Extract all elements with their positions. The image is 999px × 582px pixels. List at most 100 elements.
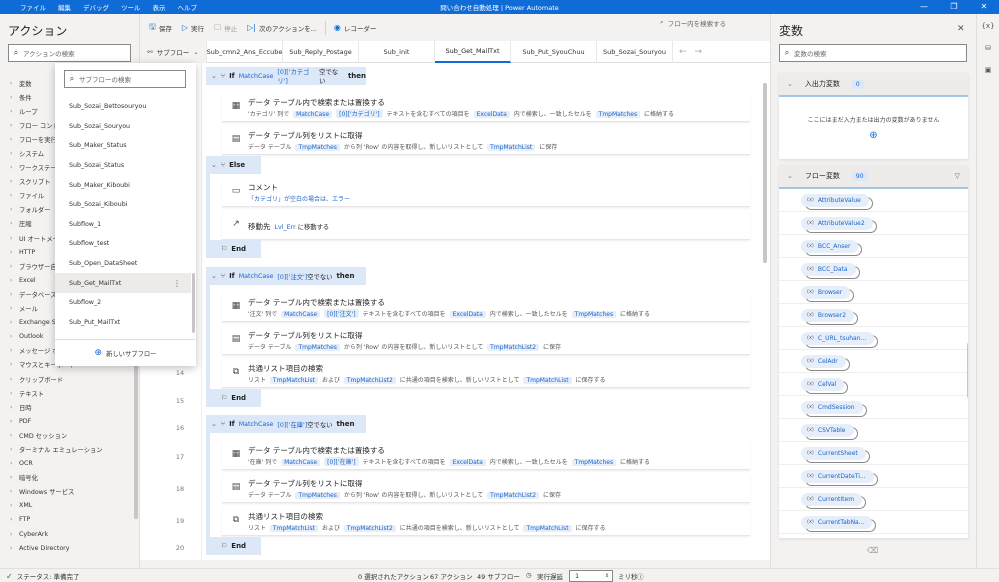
variable-row[interactable]: (x) AttributeValue2 [779, 212, 968, 235]
action-item[interactable]: ↗ 移動先 Lvl_Err に移動する [222, 211, 750, 240]
more-options-icon[interactable]: ⋮ [173, 279, 181, 288]
action-category[interactable]: › 暗号化 [0, 471, 138, 485]
subflow-list-item[interactable]: Sub_Put_MailTxt [55, 313, 191, 333]
action-category[interactable]: › Windows サービス [0, 485, 138, 499]
action-category[interactable]: › XML [0, 499, 138, 513]
close-icon[interactable]: ✕ [957, 24, 965, 34]
subflow-list-item[interactable]: Sub_Get_MailTxt ⋮ [55, 273, 191, 293]
subflow-list-item[interactable]: Sub_Maker_Kiboubi [55, 175, 191, 195]
action-item[interactable]: ⧉ 共通リスト項目の検索 リスト TmpMatchList および TmpMatch… [222, 507, 750, 536]
menu-item[interactable]: ファイル [14, 2, 52, 12]
action-category[interactable]: › CMD セッション [0, 428, 138, 442]
variable-row[interactable]: (x) C_URL_tsuhan... [779, 327, 968, 350]
eraser-icon[interactable]: ⌫ [867, 546, 878, 555]
subflow-list-item[interactable]: Sub_Sozai_Bettosouryou [55, 97, 191, 117]
subflow-tab[interactable]: Sub_cmn2_Ans_Eccube [207, 41, 283, 63]
variable-chip[interactable]: (x) CelAdr [801, 354, 846, 368]
info-icon[interactable]: ⓘ [637, 571, 644, 581]
variable-row[interactable]: (x) CmdSession [779, 396, 968, 419]
editor-scrollbar[interactable] [763, 83, 767, 263]
subflow-tab[interactable]: Sub_Sozai_Souryou [597, 41, 673, 63]
chevron-down-icon[interactable]: ⌄ [211, 272, 217, 280]
action-category[interactable]: › FTP [0, 513, 138, 527]
io-variables-header[interactable]: ⌄ 入出力変数 0 [779, 73, 968, 97]
variable-row[interactable]: (x) CurrentItem [779, 488, 968, 511]
subflow-search-input[interactable]: ⌕ サブフローの検索 [64, 70, 186, 88]
recorder-button[interactable]: ◉ レコーダー [329, 23, 381, 33]
variable-chip[interactable]: (x) CurrentSheet [801, 446, 866, 460]
add-variable-icon[interactable]: ⊕ [779, 130, 968, 141]
variable-chip[interactable]: (x) AttributeValue [801, 193, 869, 207]
menu-item[interactable]: 編集 [52, 2, 77, 12]
variable-row[interactable]: (x) CurrentSheet [779, 442, 968, 465]
if-block[interactable]: ⌄ ⑂ If MatchCase [0]['注文'] 空でない then [206, 267, 366, 285]
variable-row[interactable]: (x) CSVTable [779, 419, 968, 442]
action-category[interactable]: › Active Directory [0, 541, 138, 555]
menu-item[interactable]: ツール [115, 2, 147, 12]
variable-row[interactable]: (x) Browser2 [779, 304, 968, 327]
save-button[interactable]: 🖫 保存 [144, 21, 177, 35]
variable-chip[interactable]: (x) BCC_Data [801, 262, 856, 276]
variable-row[interactable]: (x) CurrentDateTi... [779, 465, 968, 488]
tab-scroll-right-icon[interactable]: → [695, 47, 703, 57]
close-icon[interactable]: ✕ [969, 0, 999, 14]
run-button[interactable]: ▷ 実行 [177, 23, 209, 33]
subflow-dropdown-button[interactable]: ⚯ サブフロー ⌄ [140, 41, 207, 63]
variable-chip[interactable]: (x) AttributeValue2 [801, 216, 873, 230]
menu-item[interactable]: デバッグ [77, 2, 115, 12]
action-item[interactable]: ▤ データ テーブル列をリストに取得 データ テーブル TmpMatches から列… [222, 126, 750, 155]
stop-button[interactable]: ☐ 停止 [209, 23, 242, 33]
action-item[interactable]: ▤ データ テーブル列をリストに取得 データ テーブル TmpMatches から列… [222, 474, 750, 503]
subflow-list-item[interactable]: Subflow_1 [55, 215, 191, 235]
else-block[interactable]: ⌄ ⑂ Else [206, 156, 261, 174]
subflow-tab[interactable]: Sub_init [359, 41, 435, 63]
end-block[interactable]: ⚐ End [206, 240, 261, 258]
variable-chip[interactable]: (x) CelVal [801, 377, 845, 391]
variable-chip[interactable]: (x) CSVTable [801, 423, 854, 437]
chevron-down-icon[interactable]: ⌄ [211, 420, 217, 428]
variable-row[interactable]: (x) Browser [779, 281, 968, 304]
variable-chip[interactable]: (x) CmdSession [801, 400, 863, 414]
variable-row[interactable]: (x) CelAdr [779, 350, 968, 373]
if-block[interactable]: ⌄ ⑂ If MatchCase [0]['カテゴリ'] 空でない then [206, 67, 366, 85]
restore-icon[interactable]: ❐ [939, 0, 969, 14]
flow-variables-header[interactable]: ⌄ フロー変数 90 ▽ [779, 165, 968, 189]
ui-elements-icon[interactable]: ⛁ [977, 44, 999, 58]
action-category[interactable]: › CyberArk [0, 527, 138, 541]
action-item[interactable]: ▦ データ テーブル内で検索または置換する '注文' 列で MatchCase [0]… [222, 293, 750, 322]
action-item[interactable]: ▦ データ テーブル内で検索または置換する 'カテゴリ' 列で MatchCase[… [222, 93, 750, 122]
action-item[interactable]: ▭ コメント 「カテゴリ」が空白の場合は、エラー [222, 178, 750, 207]
images-icon[interactable]: ▣ [977, 66, 999, 80]
subflow-list-item[interactable]: Sub_Sozai_Kiboubi [55, 195, 191, 215]
chevron-down-icon[interactable]: ⌄ [211, 161, 217, 169]
subflow-list-item[interactable]: Subflow_test [55, 234, 191, 254]
run-delay-input[interactable]: 1 ⇕ [569, 570, 613, 582]
end-block[interactable]: ⚐ End [206, 537, 261, 555]
minimize-icon[interactable]: — [909, 0, 939, 14]
subflow-list-scrollbar[interactable] [192, 273, 195, 333]
variables-search-input[interactable]: ⌕ 変数の検索 [779, 44, 967, 62]
variable-chip[interactable]: (x) CurrentTabNa... [801, 515, 873, 529]
action-category[interactable]: › OCR [0, 457, 138, 471]
action-category[interactable]: › クリップボード [0, 372, 138, 386]
variables-icon[interactable]: {x} [977, 22, 999, 36]
variable-chip[interactable]: (x) Browser2 [801, 308, 855, 322]
subflow-tab[interactable]: Sub_Reply_Postage [283, 41, 359, 63]
chevron-down-icon[interactable]: ⌄ [211, 72, 217, 80]
variable-chip[interactable]: (x) C_URL_tsuhan... [801, 331, 875, 345]
action-category[interactable]: › ターミナル エミュレーション [0, 442, 138, 456]
spinner-icon[interactable]: ⇕ [605, 571, 609, 581]
variable-row[interactable]: (x) BCC_Data [779, 258, 968, 281]
actions-search-input[interactable]: ⌕ アクションの検索 [8, 44, 131, 62]
action-item[interactable]: ▦ データ テーブル内で検索または置換する '在庫' 列で MatchCase [0]… [222, 441, 750, 470]
tab-scroll-left-icon[interactable]: ← [679, 47, 687, 57]
subflow-tab[interactable]: Sub_Get_MailTxt [435, 41, 511, 63]
subflow-list-item[interactable]: Sub_Maker_Status [55, 136, 191, 156]
end-block[interactable]: ⚐ End [206, 389, 261, 407]
subflow-list-item[interactable]: Sub_Open_DataSheet [55, 254, 191, 274]
filter-icon[interactable]: ▽ [955, 172, 960, 180]
action-category[interactable]: › 日時 [0, 400, 138, 414]
menu-item[interactable]: 表示 [147, 2, 172, 12]
subflow-list-item[interactable]: Sub_Sozai_Status [55, 156, 191, 176]
variable-row[interactable]: (x) AttributeValue [779, 189, 968, 212]
